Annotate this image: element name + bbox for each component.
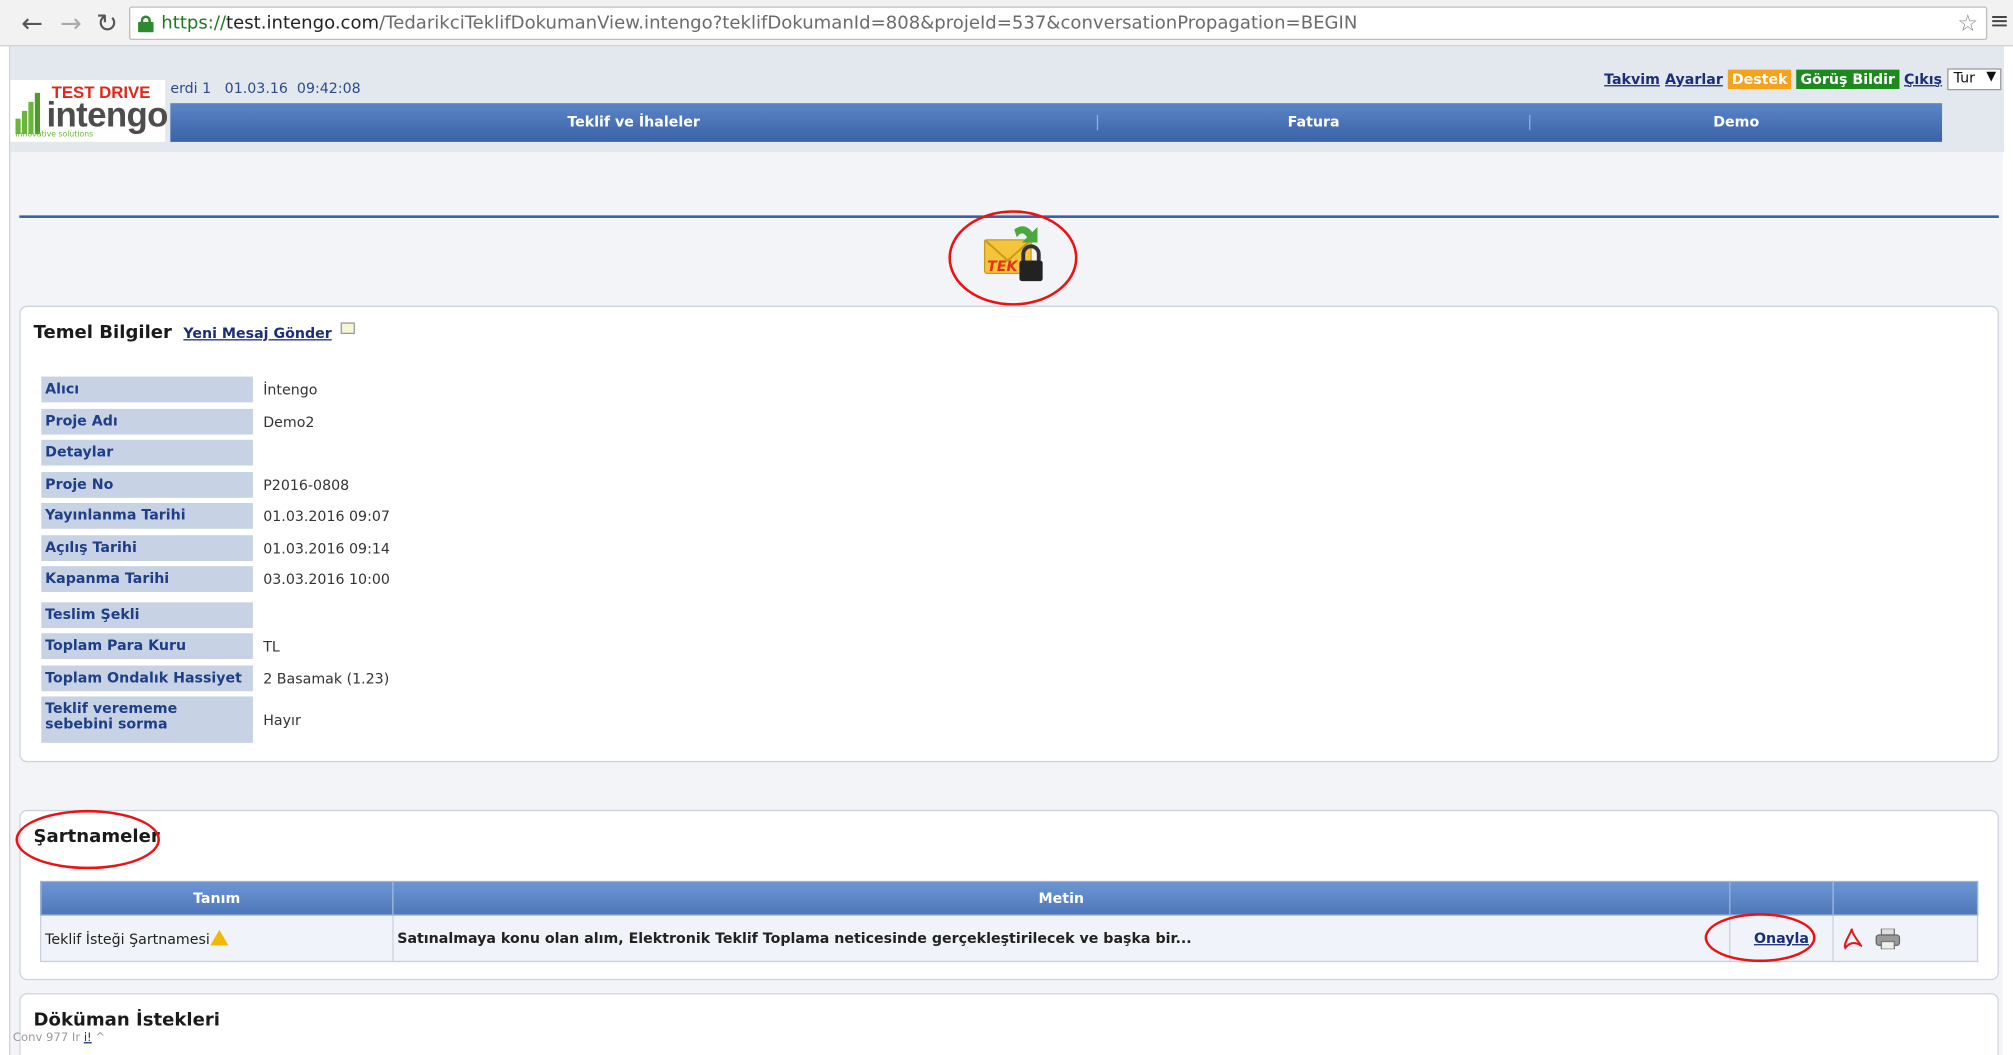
info-value: Hayır: [263, 711, 301, 729]
column-header: Tanım: [40, 880, 394, 916]
sartnameler-panel: Şartnameler Tanım Metin Teklif İsteği Şa…: [19, 809, 1999, 981]
table-row: Teklif İsteği Şartnamesi Satınalmaya kon…: [40, 914, 1979, 963]
app-header: TEST DRIVE intengo innovative solutions …: [10, 46, 2004, 153]
dokuman-istekleri-heading: Döküman İstekleri: [33, 1009, 220, 1031]
info-label: Yayınlanma Tarihi: [41, 502, 253, 529]
info-value: 03.03.2016 10:00: [263, 571, 390, 589]
takvim-link[interactable]: Takvim: [1604, 70, 1660, 87]
info-label: Alıcı: [41, 376, 253, 403]
metin-cell: Satınalmaya konu olan alım, Elektronik T…: [392, 914, 1731, 963]
language-select[interactable]: Tur ▼: [1947, 67, 2002, 90]
browser-menu-icon[interactable]: ≡: [1990, 8, 2011, 35]
debug-toggle-icon[interactable]: i!: [84, 1032, 92, 1045]
info-value: 01.03.2016 09:14: [263, 540, 390, 558]
sartname-table: Tanım Metin Teklif İsteği Şartnamesi Sat…: [40, 880, 1979, 963]
temel-bilgiler-heading: Temel Bilgiler Yeni Mesaj Gönder: [34, 322, 355, 343]
info-label: Teslim Şekli: [41, 602, 253, 629]
annotation-ellipse: [1704, 913, 1816, 963]
intengo-logo[interactable]: TEST DRIVE intengo innovative solutions: [10, 79, 168, 142]
info-value: 2 Basamak (1.23): [263, 670, 390, 688]
gorus-bildir-button[interactable]: Görüş Bildir: [1796, 68, 1899, 89]
user-session-info: erdi 1 01.03.16 09:42:08: [170, 79, 361, 97]
pdf-icon[interactable]: [1841, 927, 1864, 950]
info-value: Demo2: [263, 413, 315, 431]
nav-teklif-ihaleler[interactable]: Teklif ve İhaleler: [170, 103, 1097, 142]
info-label: Proje No: [41, 472, 253, 498]
envelope-icon: [340, 322, 355, 335]
info-value: TL: [263, 638, 280, 656]
info-label: Proje Adı: [41, 408, 253, 435]
annotation-ellipse: [15, 809, 161, 870]
chevron-down-icon: ▼: [1986, 68, 1997, 84]
info-label: Kapanma Tarihi: [41, 566, 253, 592]
info-label: Detaylar: [41, 439, 253, 466]
column-header: [1729, 880, 1834, 916]
chevron-up-icon[interactable]: ^: [95, 1032, 105, 1045]
printer-icon[interactable]: [1874, 927, 1900, 950]
back-arrow-icon[interactable]: ←: [18, 9, 46, 37]
lock-icon: [138, 15, 154, 33]
logo-tagline: innovative solutions: [15, 130, 94, 140]
nav-fatura[interactable]: Fatura: [1098, 103, 1529, 142]
info-value: P2016-0808: [263, 477, 350, 494]
bookmark-star-icon[interactable]: ☆: [1957, 10, 1978, 37]
reload-icon[interactable]: ↻: [93, 9, 121, 37]
url-text: https://test.intengo.com/TedarikciTeklif…: [161, 12, 1358, 34]
annotation-ellipse: [948, 210, 1078, 306]
debug-bar: Conv 977 Ir i! ^: [12, 1031, 106, 1045]
info-label: Açılış Tarihi: [41, 535, 253, 562]
temel-bilgiler-panel: Temel Bilgiler Yeni Mesaj Gönder Alıcı İ…: [19, 305, 1999, 763]
column-header: [1832, 880, 1979, 916]
info-value: 01.03.2016 09:07: [263, 508, 390, 525]
nav-demo[interactable]: Demo: [1530, 103, 1942, 142]
main-nav: Teklif ve İhaleler Fatura Demo: [170, 103, 1943, 142]
dokuman-istekleri-panel: Döküman İstekleri: [19, 993, 1999, 1055]
logo-bars-icon: [15, 83, 43, 135]
info-label: Toplam Para Kuru: [41, 633, 253, 660]
destek-button[interactable]: Destek: [1727, 68, 1792, 89]
yeni-mesaj-link[interactable]: Yeni Mesaj Gönder: [183, 325, 331, 342]
warning-icon: [209, 929, 228, 946]
info-value: İntengo: [263, 381, 318, 399]
app-area: TEST DRIVE intengo innovative solutions …: [9, 46, 2004, 1055]
logo-wordmark: intengo: [46, 95, 168, 135]
forward-arrow-icon[interactable]: →: [57, 9, 85, 37]
export-cell: [1832, 914, 1979, 963]
info-label: Teklif verememe sebebini sorma: [41, 696, 253, 743]
tanim-cell: Teklif İsteği Şartnamesi: [40, 914, 394, 963]
top-links: Takvim Ayarlar Destek Görüş Bildir Çıkış…: [1604, 67, 2002, 90]
address-bar[interactable]: https://test.intengo.com/TedarikciTeklif…: [129, 6, 1988, 40]
cikis-link[interactable]: Çıkış: [1904, 70, 1942, 87]
ayarlar-link[interactable]: Ayarlar: [1665, 70, 1723, 87]
info-label: Toplam Ondalık Hassiyet: [41, 665, 253, 692]
column-header: Metin: [392, 880, 1731, 916]
browser-toolbar: ← → ↻ https://test.intengo.com/Tedarikci…: [0, 0, 2013, 47]
